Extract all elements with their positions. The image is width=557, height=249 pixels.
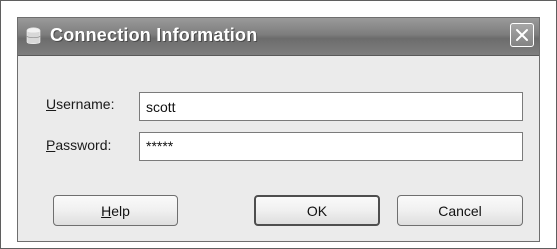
close-icon bbox=[516, 29, 528, 41]
close-button[interactable] bbox=[510, 23, 534, 47]
username-input[interactable] bbox=[139, 92, 523, 121]
connection-dialog: Connection Information Username: Passwor… bbox=[17, 17, 540, 242]
help-button[interactable]: Help bbox=[53, 195, 178, 226]
password-input[interactable]: ***** bbox=[139, 132, 523, 161]
cancel-button[interactable]: Cancel bbox=[397, 195, 523, 226]
dialog-titlebar[interactable]: Connection Information bbox=[18, 18, 539, 56]
ok-button[interactable]: OK bbox=[254, 195, 380, 226]
password-label: Password: bbox=[46, 137, 112, 153]
username-label: Username: bbox=[46, 96, 115, 112]
dialog-title: Connection Information bbox=[50, 25, 258, 45]
screenshot-frame: Connection Information Username: Passwor… bbox=[0, 0, 557, 249]
database-icon bbox=[26, 27, 41, 44]
